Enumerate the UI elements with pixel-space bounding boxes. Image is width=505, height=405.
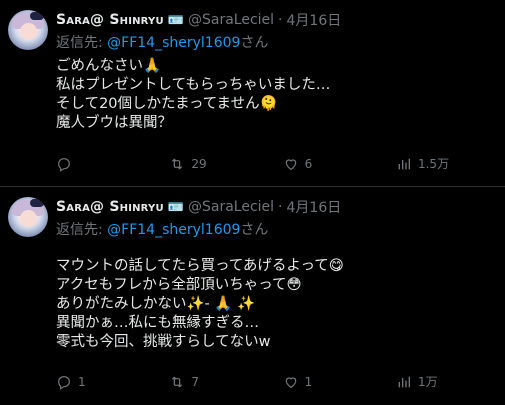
tweet[interactable]: Sara@ Shinryu 🪪 @SaraLeciel · 4月16日 返信先:…: [0, 0, 505, 186]
tweet[interactable]: Sara@ Shinryu 🪪 @SaraLeciel · 4月16日 返信先:…: [0, 187, 505, 405]
reply-suffix: さん: [240, 35, 269, 51]
retweet-button[interactable]: 29: [169, 155, 269, 172]
name-badge-icon: 🪪: [167, 12, 184, 28]
avatar-face: [20, 23, 37, 40]
like-icon: [285, 158, 296, 170]
reply-count: 1: [78, 374, 86, 389]
tweet-line: ごめんなさい🙏: [56, 58, 162, 74]
tweet-line: 零式も今回、挑戦すらしてないw: [56, 334, 271, 350]
avatar-bow: [30, 12, 44, 20]
reply-prefix: 返信先:: [56, 35, 108, 51]
author-name[interactable]: Sara@ Shinryu: [56, 199, 164, 215]
like-count: 1: [304, 374, 313, 389]
retweet-count: 7: [191, 374, 199, 389]
like-button[interactable]: 1: [283, 373, 383, 390]
retweet-icon: [172, 375, 183, 388]
views-count: 1.5万: [417, 157, 450, 171]
tweet-date[interactable]: 4月16日: [287, 197, 342, 217]
like-count: 6: [304, 156, 313, 171]
like-button[interactable]: 6: [283, 155, 383, 172]
tweet-text: ごめんなさい🙏 私はプレゼントしてもらっちゃいました… そして20個しかたまって…: [56, 57, 496, 133]
retweet-button[interactable]: 7: [169, 373, 269, 390]
reply-mention-link[interactable]: @FF14_sheryl1609: [107, 222, 240, 238]
reply-icon: [58, 157, 70, 172]
avatar-bow: [30, 199, 44, 207]
reply-context: 返信先: @FF14_sheryl1609さん: [56, 32, 268, 52]
reply-context: 返信先: @FF14_sheryl1609さん: [56, 219, 268, 239]
tweet-text: マウントの話してたら買ってあげるよって😋 アクセもフレから全部頂いちゃって😳 あ…: [56, 257, 496, 352]
reply-mention-link[interactable]: @FF14_sheryl1609: [107, 35, 240, 51]
separator-dot: ·: [278, 199, 283, 215]
tweet-line: ありがたみしかない✨- 🙏 ✨: [56, 296, 256, 312]
tweet-line: マウントの話してたら買ってあげるよって😋: [56, 258, 344, 274]
views-icon: [398, 158, 410, 169]
action-bar: 1 7 1 1万: [56, 373, 496, 390]
views-button[interactable]: 1万: [396, 373, 496, 390]
reply-icon: [58, 375, 70, 390]
reply-button[interactable]: 1: [56, 373, 156, 390]
views-icon: [398, 376, 410, 387]
retweet-icon: [172, 157, 183, 170]
views-count: 1万: [417, 375, 438, 389]
avatar-face: [20, 210, 37, 227]
avatar[interactable]: [8, 197, 48, 237]
reply-suffix: さん: [240, 222, 269, 238]
tweet-line: そして20個しかたまってません🫠: [56, 96, 278, 112]
tweet-header: Sara@ Shinryu 🪪 @SaraLeciel · 4月16日: [56, 10, 341, 30]
views-button[interactable]: 1.5万: [396, 155, 496, 172]
tweet-header: Sara@ Shinryu 🪪 @SaraLeciel · 4月16日: [56, 197, 341, 217]
tweet-line: 異聞かぁ…私にも無縁すぎる…: [56, 315, 259, 331]
reply-button[interactable]: [56, 155, 156, 172]
tweet-line: 私はプレゼントしてもらっちゃいました…: [56, 77, 331, 93]
author-handle[interactable]: @SaraLeciel: [188, 199, 274, 215]
separator-dot: ·: [278, 12, 283, 28]
avatar[interactable]: [8, 10, 48, 50]
like-icon: [285, 376, 296, 388]
author-name[interactable]: Sara@ Shinryu: [56, 12, 164, 28]
retweet-count: 29: [191, 156, 207, 171]
tweet-date[interactable]: 4月16日: [287, 10, 342, 30]
author-handle[interactable]: @SaraLeciel: [188, 12, 274, 28]
tweet-line: アクセもフレから全部頂いちゃって😳: [56, 277, 302, 293]
reply-prefix: 返信先:: [56, 222, 108, 238]
action-bar: 29 6 1.5万: [56, 155, 496, 172]
name-badge-icon: 🪪: [167, 199, 184, 215]
tweet-line: 魔人ブウは異聞？: [56, 115, 172, 131]
